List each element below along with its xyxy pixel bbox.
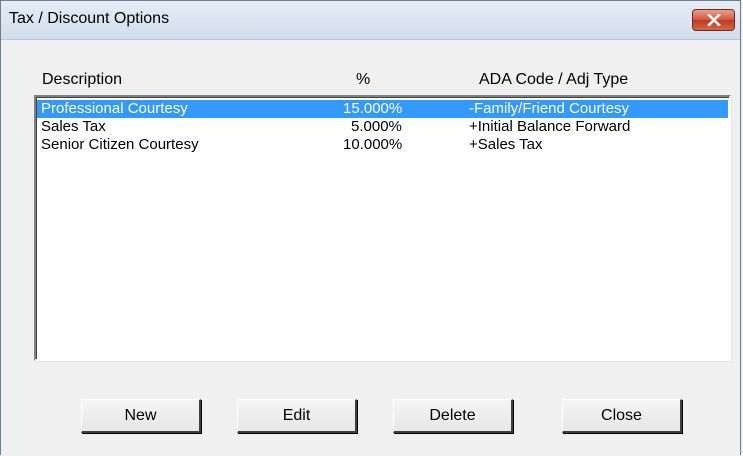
close-icon xyxy=(706,14,721,26)
column-header-description: Description xyxy=(42,71,123,88)
tax-discount-options-dialog: Tax / Discount Options Description % ADA… xyxy=(0,0,741,456)
row-description: Sales Tax xyxy=(41,118,106,135)
delete-button[interactable]: Delete xyxy=(393,399,513,433)
title-bar[interactable]: Tax / Discount Options xyxy=(1,1,740,40)
row-description: Professional Courtesy xyxy=(41,100,188,117)
window-title: Tax / Discount Options xyxy=(9,10,170,27)
close-button[interactable]: Close xyxy=(562,399,682,433)
edit-button[interactable]: Edit xyxy=(237,399,357,433)
row-percent: 5.000% xyxy=(351,118,402,135)
list-item[interactable]: Senior Citizen Courtesy 10.000% +Sales T… xyxy=(37,136,728,154)
list-item[interactable]: Professional Courtesy 15.000% -Family/Fr… xyxy=(37,100,728,118)
row-ada-code: +Sales Tax xyxy=(469,136,543,153)
list-item[interactable]: Sales Tax 5.000% +Initial Balance Forwar… xyxy=(37,118,728,136)
row-description: Senior Citizen Courtesy xyxy=(41,136,199,153)
row-percent: 15.000% xyxy=(343,100,403,117)
options-listbox[interactable]: Professional Courtesy 15.000% -Family/Fr… xyxy=(34,95,731,361)
dialog-body: Description % ADA Code / Adj Type Profes… xyxy=(2,41,739,456)
column-header-percent: % xyxy=(356,71,371,88)
row-percent: 10.000% xyxy=(343,136,403,153)
window-close-button[interactable] xyxy=(692,9,735,31)
new-button[interactable]: New xyxy=(81,399,201,433)
column-header-ada-code: ADA Code / Adj Type xyxy=(479,71,629,88)
row-ada-code: -Family/Friend Courtesy xyxy=(469,100,630,117)
row-ada-code: +Initial Balance Forward xyxy=(469,118,631,135)
